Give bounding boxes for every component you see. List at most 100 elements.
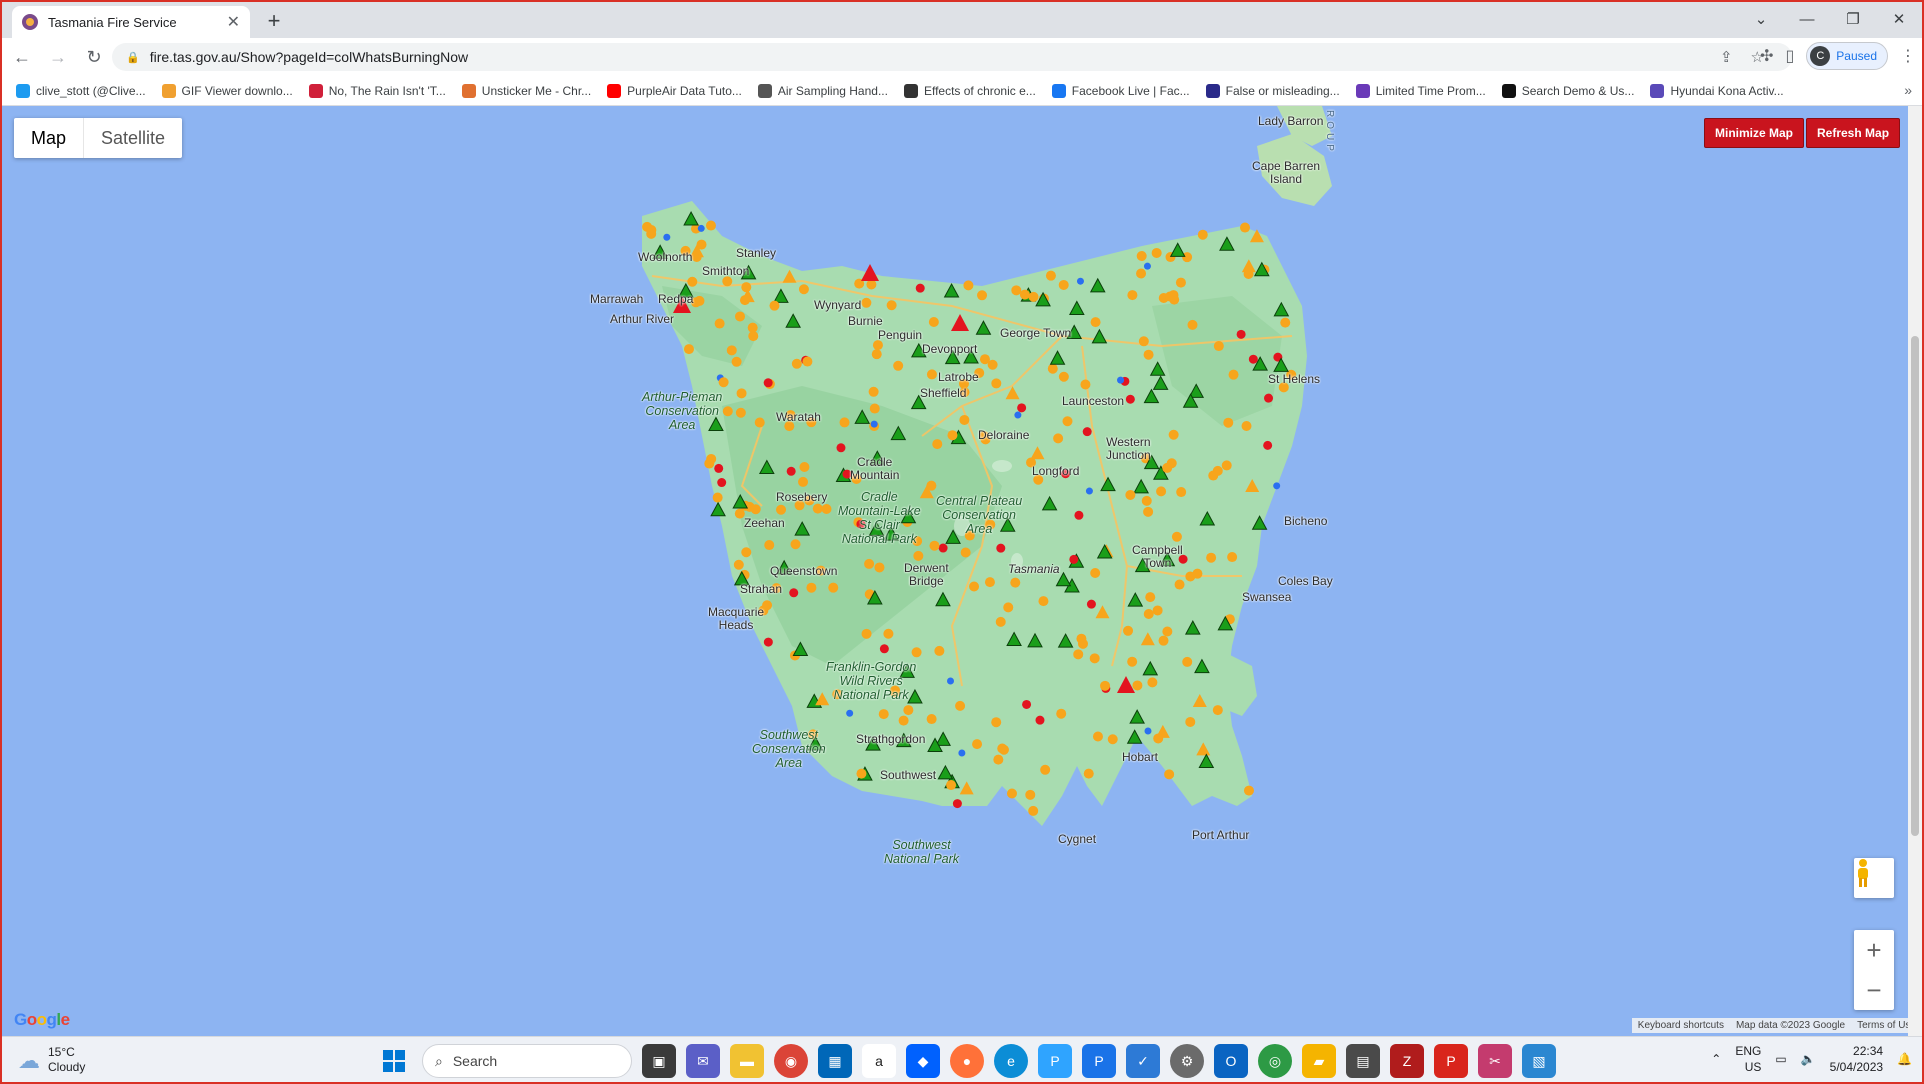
- notification-bell-icon[interactable]: 🔔: [1897, 1052, 1912, 1066]
- photos-icon[interactable]: P: [1082, 1044, 1116, 1078]
- burn-marker-orange[interactable]: [1169, 294, 1180, 305]
- address-bar[interactable]: 🔒 fire.tas.gov.au/Show?pageId=colWhatsBu…: [112, 43, 1792, 71]
- burn-marker-orange[interactable]: [1136, 251, 1147, 262]
- side-panel-icon[interactable]: ▯: [1785, 46, 1794, 66]
- burn-marker-orange[interactable]: [893, 360, 904, 371]
- incident-marker-blue[interactable]: [1076, 277, 1084, 285]
- burn-marker-orange[interactable]: [861, 297, 872, 308]
- burn-marker-orange[interactable]: [928, 317, 939, 328]
- burn-marker-orange[interactable]: [1062, 416, 1073, 427]
- incident-marker-blue[interactable]: [947, 677, 955, 685]
- weather-widget[interactable]: ☁ 15°C Cloudy: [18, 1045, 85, 1075]
- close-window-icon[interactable]: ✕: [1876, 2, 1922, 36]
- firefox-icon[interactable]: ●: [950, 1044, 984, 1078]
- minimize-map-button[interactable]: Minimize Map: [1704, 118, 1805, 148]
- burn-marker-orange[interactable]: [972, 739, 983, 750]
- burn-marker-orange[interactable]: [991, 717, 1002, 728]
- burn-marker-orange[interactable]: [1090, 567, 1101, 578]
- folder-icon[interactable]: ▰: [1302, 1044, 1336, 1078]
- burn-marker-orange[interactable]: [1090, 317, 1101, 328]
- keyboard-shortcuts-link[interactable]: Keyboard shortcuts: [1638, 1020, 1724, 1031]
- minimize-window-icon[interactable]: —: [1784, 2, 1830, 36]
- incident-marker-blue[interactable]: [1143, 262, 1151, 270]
- burn-marker-orange[interactable]: [932, 439, 943, 450]
- incident-marker-blue[interactable]: [870, 420, 878, 428]
- burn-marker-orange[interactable]: [731, 356, 742, 367]
- burn-marker-orange[interactable]: [1092, 731, 1103, 742]
- burn-marker-orange[interactable]: [791, 358, 802, 369]
- burn-marker-orange[interactable]: [1221, 460, 1232, 471]
- bookmark-item[interactable]: Hyundai Kona Activ...: [1650, 83, 1784, 98]
- lock-icon[interactable]: 🔒: [126, 51, 140, 64]
- fire-marker-red[interactable]: [763, 378, 773, 388]
- burn-marker-orange[interactable]: [646, 228, 657, 239]
- filezilla-icon[interactable]: Z: [1390, 1044, 1424, 1078]
- burn-marker-orange[interactable]: [1073, 649, 1084, 660]
- paint-icon[interactable]: P: [1038, 1044, 1072, 1078]
- snipping-tool-icon[interactable]: ✂: [1478, 1044, 1512, 1078]
- fire-marker-red[interactable]: [1086, 599, 1096, 609]
- burn-marker-orange[interactable]: [1028, 291, 1039, 302]
- burn-marker-orange[interactable]: [764, 540, 775, 551]
- fire-marker-red[interactable]: [1236, 329, 1246, 339]
- fire-marker-red[interactable]: [915, 283, 925, 293]
- image-viewer-icon[interactable]: ▧: [1522, 1044, 1556, 1078]
- burn-marker-orange[interactable]: [812, 503, 823, 514]
- burn-marker-orange[interactable]: [1206, 552, 1217, 563]
- burn-marker-orange[interactable]: [1019, 289, 1030, 300]
- fire-map[interactable]: Lady Barron Cape Barren Island ROUP Wool…: [2, 106, 1922, 1036]
- incident-marker-blue[interactable]: [846, 709, 854, 717]
- burn-marker-orange[interactable]: [1212, 705, 1223, 716]
- burn-marker-orange[interactable]: [1152, 605, 1163, 616]
- burn-marker-orange[interactable]: [1058, 279, 1069, 290]
- burn-marker-orange[interactable]: [1047, 363, 1058, 374]
- burn-marker-orange[interactable]: [1280, 317, 1291, 328]
- burn-marker-orange[interactable]: [987, 359, 998, 370]
- burn-marker-orange[interactable]: [984, 577, 995, 588]
- burn-marker-orange[interactable]: [947, 430, 958, 441]
- burn-marker-orange[interactable]: [898, 715, 909, 726]
- burn-marker-orange[interactable]: [1143, 608, 1154, 619]
- fire-marker-red[interactable]: [1074, 510, 1084, 520]
- burn-marker-orange[interactable]: [1176, 487, 1187, 498]
- burn-marker-orange[interactable]: [1192, 568, 1203, 579]
- tray-overflow-icon[interactable]: ⌃: [1711, 1052, 1721, 1066]
- burn-marker-orange[interactable]: [705, 220, 716, 231]
- burn-marker-orange[interactable]: [1162, 626, 1173, 637]
- fire-marker-red[interactable]: [1248, 354, 1258, 364]
- more-bookmarks-icon[interactable]: »: [1904, 82, 1912, 98]
- clock[interactable]: 22:34 5/04/2023: [1830, 1043, 1883, 1075]
- burn-marker-orange[interactable]: [1080, 379, 1091, 390]
- burn-marker-orange[interactable]: [883, 628, 894, 639]
- incident-marker-blue[interactable]: [1085, 487, 1093, 495]
- bookmark-item[interactable]: Unsticker Me - Chr...: [461, 83, 591, 98]
- burn-marker-orange[interactable]: [1162, 462, 1173, 473]
- burn-marker-orange[interactable]: [1053, 433, 1064, 444]
- burn-marker-orange[interactable]: [821, 503, 832, 514]
- incident-marker-blue[interactable]: [958, 749, 966, 757]
- burn-marker-orange[interactable]: [1025, 789, 1036, 800]
- burn-marker-orange[interactable]: [1227, 552, 1238, 563]
- burn-marker-orange[interactable]: [1143, 506, 1154, 517]
- extensions-icon[interactable]: ✣: [1760, 46, 1773, 66]
- bookmark-item[interactable]: False or misleading...: [1205, 83, 1340, 98]
- street-view-pegman-icon[interactable]: [1854, 858, 1894, 898]
- reload-icon[interactable]: ↻: [78, 41, 110, 73]
- pdf-icon[interactable]: P: [1434, 1044, 1468, 1078]
- burn-marker-orange[interactable]: [866, 279, 877, 290]
- todo-icon[interactable]: ✓: [1126, 1044, 1160, 1078]
- burn-marker-orange[interactable]: [1145, 592, 1156, 603]
- burn-marker-orange[interactable]: [874, 562, 885, 573]
- fire-marker-red[interactable]: [836, 443, 846, 453]
- refresh-map-button[interactable]: Refresh Map: [1806, 118, 1901, 148]
- burn-marker-orange[interactable]: [1241, 420, 1252, 431]
- fire-marker-red[interactable]: [1022, 699, 1032, 709]
- burn-marker-orange[interactable]: [969, 581, 980, 592]
- incident-marker-blue[interactable]: [663, 233, 671, 241]
- dropbox-icon[interactable]: ◆: [906, 1044, 940, 1078]
- burn-marker-orange[interactable]: [1171, 531, 1182, 542]
- store-icon[interactable]: ▦: [818, 1044, 852, 1078]
- burn-marker-orange[interactable]: [963, 280, 974, 291]
- burn-marker-orange[interactable]: [736, 388, 747, 399]
- burn-marker-orange[interactable]: [1151, 247, 1162, 258]
